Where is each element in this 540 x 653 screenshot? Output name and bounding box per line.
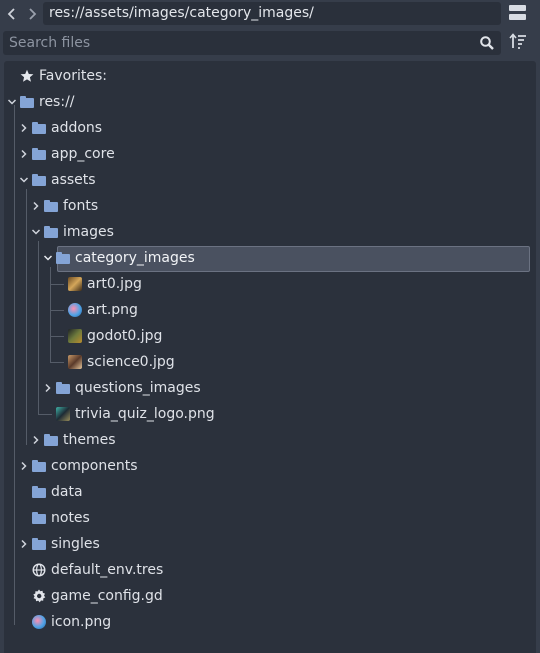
search-bar: [0, 30, 540, 56]
tree-item-components[interactable]: components: [4, 454, 536, 478]
tree-item-app-core[interactable]: app_core: [4, 142, 536, 166]
split-mode-icon: [509, 5, 526, 11]
tree-guide: [50, 362, 64, 363]
search-box: [3, 31, 501, 55]
magnifier-icon[interactable]: [479, 35, 495, 51]
sort-icon[interactable]: [508, 32, 528, 52]
tree-item-art-png[interactable]: art.png: [4, 298, 536, 322]
split-mode-icon-lower: [509, 14, 526, 20]
folder-icon: [32, 486, 46, 498]
tree-item-images[interactable]: images: [4, 220, 536, 244]
tree-item-art0-jpg[interactable]: art0.jpg: [4, 272, 536, 296]
folder-icon: [32, 148, 46, 160]
folder-icon: [32, 122, 46, 134]
image-thumbnail-icon: [68, 329, 82, 343]
image-thumbnail-icon: [68, 277, 82, 291]
folder-icon: [32, 460, 46, 472]
folder-icon: [56, 252, 70, 264]
tree-item-label: singles: [51, 536, 100, 552]
gear-icon: [33, 589, 46, 603]
image-thumbnail-icon: [32, 615, 46, 629]
tree-item-label: default_env.tres: [51, 562, 164, 578]
folder-icon: [20, 96, 34, 108]
tree-item-res[interactable]: res://: [4, 90, 536, 114]
star-icon: [20, 69, 34, 82]
folder-icon: [32, 174, 46, 186]
tree-item-notes[interactable]: notes: [4, 506, 536, 530]
favorites-label: Favorites:: [39, 68, 107, 84]
favorites-row[interactable]: Favorites:: [4, 64, 536, 88]
tree-item-singles[interactable]: singles: [4, 532, 536, 556]
tree-item-assets[interactable]: assets: [4, 168, 536, 192]
tree-item-fonts[interactable]: fonts: [4, 194, 536, 218]
split-mode-button[interactable]: [508, 4, 528, 24]
chevron-down-icon[interactable]: [43, 253, 53, 263]
path-field[interactable]: res://assets/images/category_images/: [43, 2, 501, 25]
file-tree: Favorites: res:// addons app_core assets…: [4, 61, 536, 653]
tree-item-themes[interactable]: themes: [4, 428, 536, 452]
tree-item-label: art0.jpg: [87, 276, 142, 292]
chevron-right-icon[interactable]: [19, 539, 29, 549]
tree-item-category-images[interactable]: category_images: [4, 246, 536, 270]
chevron-left-icon: [7, 8, 15, 20]
tree-item-addons[interactable]: addons: [4, 116, 536, 140]
tree-item-label: game_config.gd: [51, 588, 163, 604]
tree-item-label: trivia_quiz_logo.png: [75, 406, 215, 422]
tree-item-label: images: [63, 224, 114, 240]
chevron-right-icon[interactable]: [19, 149, 29, 159]
chevron-right-icon[interactable]: [19, 461, 29, 471]
tree-item-default-env[interactable]: default_env.tres: [4, 558, 536, 582]
tree-item-label: category_images: [75, 250, 195, 266]
tree-item-game-config[interactable]: game_config.gd: [4, 584, 536, 608]
chevron-down-icon[interactable]: [7, 97, 17, 107]
chevron-right-icon: [29, 8, 37, 20]
tree-guide: [50, 310, 64, 311]
chevron-down-icon[interactable]: [31, 227, 41, 237]
back-button[interactable]: [5, 4, 19, 24]
folder-icon: [32, 538, 46, 550]
tree-item-label: assets: [51, 172, 96, 188]
tree-item-label: icon.png: [51, 614, 112, 630]
tree-item-godot0-jpg[interactable]: godot0.jpg: [4, 324, 536, 348]
forward-button[interactable]: [25, 4, 39, 24]
path-toolbar: res://assets/images/category_images/: [0, 0, 540, 28]
globe-icon: [32, 563, 46, 577]
folder-icon: [44, 226, 58, 238]
tree-item-label: notes: [51, 510, 90, 526]
tree-item-icon-png[interactable]: icon.png: [4, 610, 536, 634]
tree-item-data[interactable]: data: [4, 480, 536, 504]
tree-item-science0-jpg[interactable]: science0.jpg: [4, 350, 536, 374]
folder-icon: [32, 512, 46, 524]
tree-item-label: art.png: [87, 302, 138, 318]
tree-guide: [50, 284, 64, 285]
tree-guide: [50, 336, 64, 337]
tree-item-label: science0.jpg: [87, 354, 175, 370]
tree-item-label: themes: [63, 432, 116, 448]
image-thumbnail-icon: [56, 407, 70, 421]
tree-item-questions-images[interactable]: questions_images: [4, 376, 536, 400]
tree-item-label: godot0.jpg: [87, 328, 163, 344]
search-input[interactable]: [3, 31, 473, 55]
chevron-right-icon[interactable]: [31, 201, 41, 211]
image-thumbnail-icon: [68, 355, 82, 369]
chevron-down-icon[interactable]: [19, 175, 29, 185]
folder-icon: [44, 434, 58, 446]
image-thumbnail-icon: [68, 303, 82, 317]
tree-item-label: addons: [51, 120, 103, 136]
tree-item-label: res://: [39, 94, 75, 110]
chevron-right-icon[interactable]: [19, 123, 29, 133]
tree-item-label: data: [51, 484, 83, 500]
tree-item-label: app_core: [51, 146, 115, 162]
tree-item-label: components: [51, 458, 138, 474]
folder-icon: [56, 382, 70, 394]
tree-item-trivia-quiz-logo[interactable]: trivia_quiz_logo.png: [4, 402, 536, 426]
tree-item-label: fonts: [63, 198, 99, 214]
chevron-right-icon[interactable]: [31, 435, 41, 445]
folder-icon: [44, 200, 58, 212]
chevron-right-icon[interactable]: [43, 383, 53, 393]
tree-item-label: questions_images: [75, 380, 201, 396]
tree-guide: [38, 414, 52, 415]
